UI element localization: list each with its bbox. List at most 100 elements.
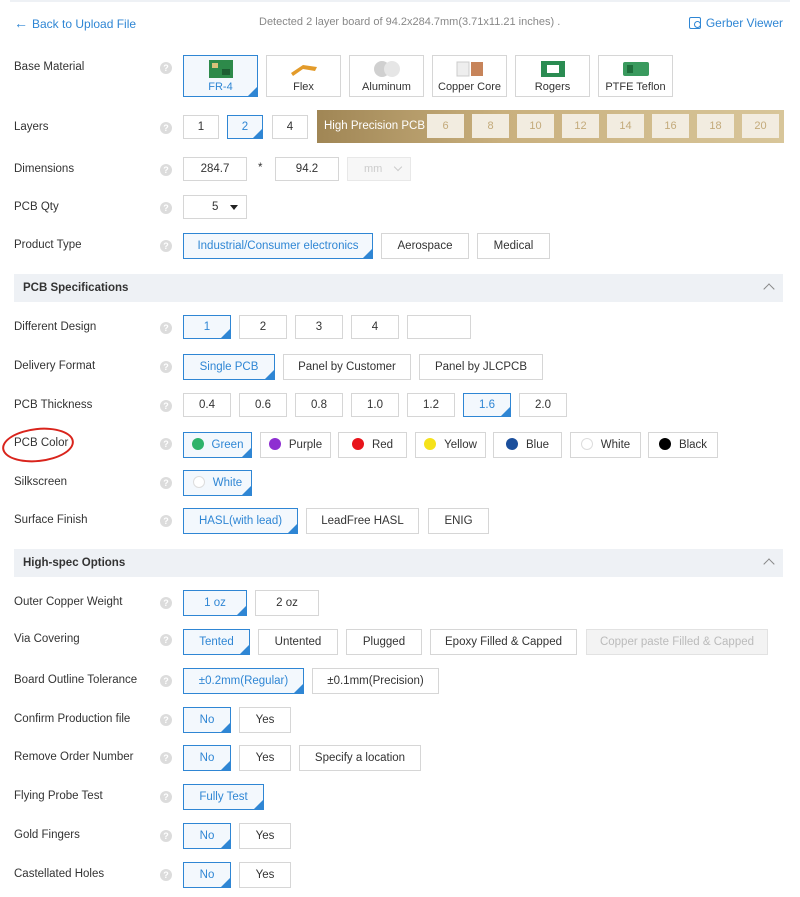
confirm-no-option[interactable]: No xyxy=(183,707,231,733)
blue-dot-icon xyxy=(505,438,518,450)
layers-label: Layers xyxy=(14,121,49,133)
via-option[interactable]: Untented xyxy=(258,629,338,655)
castellated-yes-option[interactable]: Yes xyxy=(239,862,291,888)
hp-layer-option[interactable]: 10 xyxy=(517,114,554,138)
specify-location-option[interactable]: Specify a location xyxy=(299,745,421,771)
gerber-viewer-link[interactable]: Gerber Viewer xyxy=(688,16,783,30)
material-copper-core[interactable]: Copper Core xyxy=(432,55,507,97)
length-input[interactable]: 284.7 xyxy=(183,157,247,181)
tolerance-option[interactable]: ±0.2mm(Regular) xyxy=(183,668,304,694)
color-option-purple[interactable]: Purple xyxy=(260,432,331,458)
color-option-yellow[interactable]: Yellow xyxy=(415,432,486,458)
material-ptfe-teflon[interactable]: PTFE Teflon xyxy=(598,55,673,97)
delivery-option[interactable]: Single PCB xyxy=(183,354,275,380)
white-dot-icon xyxy=(580,438,593,450)
width-input[interactable]: 94.2 xyxy=(275,157,339,181)
help-icon[interactable]: ? xyxy=(160,634,172,646)
pcb-color-label: PCB Color xyxy=(14,437,69,449)
design-option[interactable]: 1 xyxy=(183,315,231,339)
delivery-option[interactable]: Panel by Customer xyxy=(283,354,411,380)
color-option-blue[interactable]: Blue xyxy=(493,432,562,458)
help-icon[interactable]: ? xyxy=(160,164,172,176)
remove-order-yes-option[interactable]: Yes xyxy=(239,745,291,771)
hp-layer-option[interactable]: 18 xyxy=(697,114,734,138)
help-icon[interactable]: ? xyxy=(160,400,172,412)
help-icon[interactable]: ? xyxy=(160,597,172,609)
silkscreen-option-white[interactable]: White xyxy=(183,470,252,496)
remove-order-no-option[interactable]: No xyxy=(183,745,231,771)
color-option-black[interactable]: Black xyxy=(648,432,718,458)
copper-option[interactable]: 1 oz xyxy=(183,590,247,616)
gold-fingers-no-option[interactable]: No xyxy=(183,823,231,849)
design-custom-input[interactable] xyxy=(407,315,471,339)
section-title: High-spec Options xyxy=(23,557,126,569)
confirm-production-label: Confirm Production file xyxy=(14,713,131,725)
finish-option[interactable]: HASL(with lead) xyxy=(183,508,298,534)
thickness-option[interactable]: 1.2 xyxy=(407,393,455,417)
color-option-green[interactable]: Green xyxy=(183,432,252,458)
product-type-option[interactable]: Industrial/Consumer electronics xyxy=(183,233,373,259)
help-icon[interactable]: ? xyxy=(160,240,172,252)
delivery-option[interactable]: Panel by JLCPCB xyxy=(419,354,543,380)
layer-option[interactable]: 4 xyxy=(272,115,308,139)
help-icon[interactable]: ? xyxy=(160,322,172,334)
castellated-no-option[interactable]: No xyxy=(183,862,231,888)
tolerance-option[interactable]: ±0.1mm(Precision) xyxy=(312,668,439,694)
finish-option[interactable]: LeadFree HASL xyxy=(306,508,419,534)
material-flex[interactable]: Flex xyxy=(266,55,341,97)
thickness-option[interactable]: 2.0 xyxy=(519,393,567,417)
design-option[interactable]: 2 xyxy=(239,315,287,339)
hp-layer-option[interactable]: 20 xyxy=(742,114,779,138)
help-icon[interactable]: ? xyxy=(160,791,172,803)
help-icon[interactable]: ? xyxy=(160,830,172,842)
material-fr4[interactable]: FR-4 xyxy=(183,55,258,97)
design-option[interactable]: 4 xyxy=(351,315,399,339)
help-icon[interactable]: ? xyxy=(160,477,172,489)
material-aluminum[interactable]: Aluminum xyxy=(349,55,424,97)
layer-option[interactable]: 1 xyxy=(183,115,219,139)
via-option[interactable]: Epoxy Filled & Capped xyxy=(430,629,577,655)
pcb-specifications-header[interactable]: PCB Specifications xyxy=(14,274,783,302)
hp-layer-option[interactable]: 12 xyxy=(562,114,599,138)
gold-fingers-yes-option[interactable]: Yes xyxy=(239,823,291,849)
via-option[interactable]: Tented xyxy=(183,629,250,655)
thickness-option[interactable]: 0.6 xyxy=(239,393,287,417)
back-to-upload-link[interactable]: ← Back to Upload File xyxy=(14,15,136,31)
unit-select[interactable]: mm xyxy=(347,157,411,181)
material-rogers[interactable]: Rogers xyxy=(515,55,590,97)
hp-layer-option[interactable]: 8 xyxy=(472,114,509,138)
help-icon[interactable]: ? xyxy=(160,675,172,687)
hp-layer-option[interactable]: 6 xyxy=(427,114,464,138)
help-icon[interactable]: ? xyxy=(160,869,172,881)
hp-layer-option[interactable]: 16 xyxy=(652,114,689,138)
help-icon[interactable]: ? xyxy=(160,438,172,450)
design-option[interactable]: 3 xyxy=(295,315,343,339)
color-option-white[interactable]: White xyxy=(570,432,641,458)
finish-option[interactable]: ENIG xyxy=(428,508,489,534)
help-icon[interactable]: ? xyxy=(160,361,172,373)
confirm-yes-option[interactable]: Yes xyxy=(239,707,291,733)
copper-option[interactable]: 2 oz xyxy=(255,590,319,616)
product-type-option[interactable]: Medical xyxy=(477,233,550,259)
help-icon[interactable]: ? xyxy=(160,62,172,74)
via-option[interactable]: Plugged xyxy=(346,629,422,655)
help-icon[interactable]: ? xyxy=(160,752,172,764)
help-icon[interactable]: ? xyxy=(160,202,172,214)
high-spec-options-header[interactable]: High-spec Options xyxy=(14,549,783,577)
product-type-option[interactable]: Aerospace xyxy=(381,233,469,259)
help-icon[interactable]: ? xyxy=(160,515,172,527)
color-option-red[interactable]: Red xyxy=(338,432,407,458)
qty-select[interactable]: 5 xyxy=(183,195,247,219)
material-label: Copper Core xyxy=(438,81,501,93)
layer-option[interactable]: 2 xyxy=(227,115,263,139)
thickness-option[interactable]: 0.8 xyxy=(295,393,343,417)
help-icon[interactable]: ? xyxy=(160,122,172,134)
thickness-option[interactable]: 1.0 xyxy=(351,393,399,417)
thickness-option[interactable]: 1.6 xyxy=(463,393,511,417)
hp-layer-option[interactable]: 14 xyxy=(607,114,644,138)
help-icon[interactable]: ? xyxy=(160,714,172,726)
thickness-option[interactable]: 0.4 xyxy=(183,393,231,417)
yellow-dot-icon xyxy=(424,438,437,450)
fully-test-option[interactable]: Fully Test xyxy=(183,784,264,810)
viewer-icon xyxy=(688,17,701,29)
